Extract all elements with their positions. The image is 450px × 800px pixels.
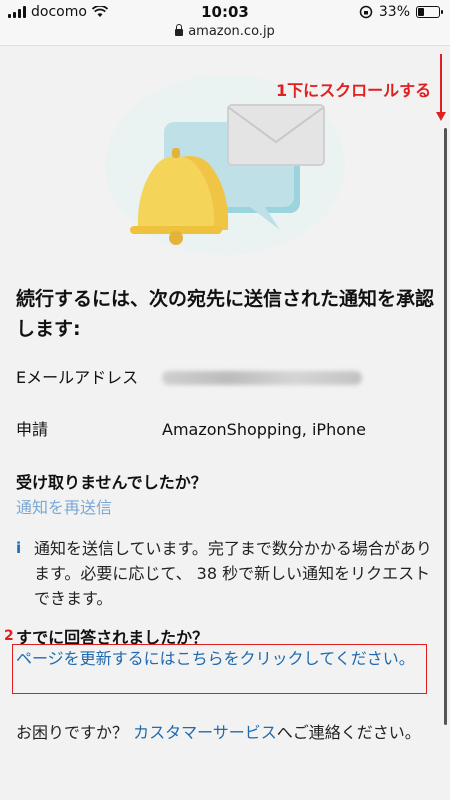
details-table: Eメールアドレス 申請 AmazonShopping, iPhone — [16, 365, 436, 443]
request-label: 申請 — [16, 420, 49, 439]
battery-fill — [418, 8, 424, 16]
annotation-step2: 2 — [4, 628, 14, 644]
help-prefix: お困りですか？ — [16, 723, 134, 742]
lock-icon — [175, 24, 184, 36]
customer-service-link[interactable]: カスタマーサービス — [133, 723, 277, 742]
status-bar: docomo 10:03 33% — [0, 0, 450, 24]
not-received-title: 受け取りませんでしたか？ — [16, 473, 207, 492]
url-text: amazon.co.jp — [188, 24, 275, 39]
email-label: Eメールアドレス — [16, 368, 139, 387]
orientation-lock-icon — [359, 5, 373, 19]
info-icon: i — [16, 539, 22, 557]
resend-link[interactable]: 通知を再送信 — [16, 494, 112, 518]
scroll-arrow-head — [436, 112, 446, 121]
notice-text: 通知を送信しています。完了まで数分かかる場合があります。必要に応じて、 38 秒… — [34, 539, 432, 608]
help-text: お困りですか？ カスタマーサービスへご連絡ください。 — [16, 720, 436, 745]
scrollbar[interactable] — [444, 128, 447, 725]
url-bar[interactable]: amazon.co.jp — [0, 24, 450, 46]
help-suffix: へご連絡ください。 — [276, 723, 421, 742]
sending-notice: i 通知を送信しています。完了まで数分かかる場合があります。必要に応じて、 38… — [16, 536, 436, 611]
refresh-page-link[interactable]: ページを更新するにはこちらをクリックしてください。 — [16, 647, 426, 671]
request-value: AmazonShopping, iPhone — [162, 420, 366, 439]
annotation-step1: 1下にスクロールする — [276, 81, 432, 100]
battery-icon — [416, 6, 443, 18]
battery-percent: 33% — [378, 4, 410, 20]
email-value-redacted — [162, 365, 362, 393]
request-row: 申請 AmazonShopping, iPhone — [16, 417, 436, 443]
status-right: 33% — [359, 4, 443, 20]
scroll-arrow-line — [440, 54, 442, 114]
email-row: Eメールアドレス — [16, 365, 436, 417]
page-heading: 続行するには、次の宛先に送信された通知を承認します: — [16, 288, 435, 340]
